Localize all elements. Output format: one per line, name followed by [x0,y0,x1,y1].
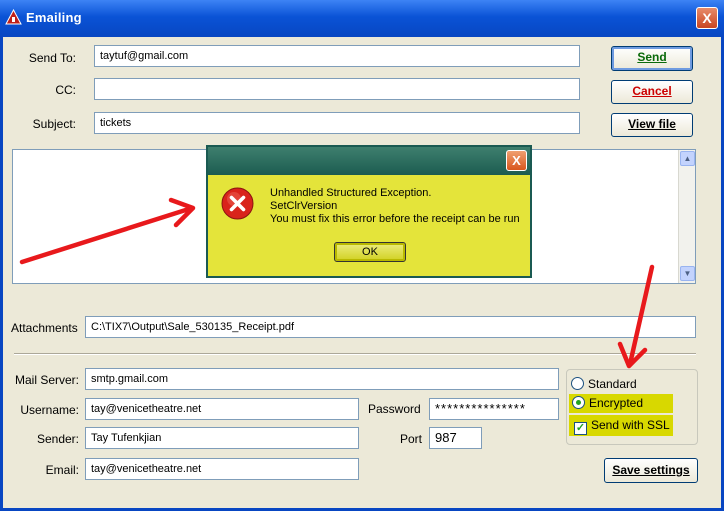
port-input[interactable]: 987 [429,427,482,449]
email-input[interactable]: tay@venicetheatre.net [85,458,359,480]
error-dialog-close-button[interactable]: X [506,150,527,171]
cc-input[interactable] [94,78,580,100]
title-bar [0,0,724,37]
error-line-1: Unhandled Structured Exception. [270,187,432,199]
error-line-3: You must fix this error before the recei… [270,213,520,225]
ssl-checkbox[interactable]: ✓ Send with SSL [569,415,673,436]
window-title: Emailing [26,10,82,25]
message-scrollbar[interactable]: ▲ ▼ [678,150,695,283]
error-message: Unhandled Structured Exception. SetClrVe… [270,187,520,226]
error-icon [221,187,254,220]
attachments-label: Attachments [11,321,78,335]
cancel-button[interactable]: Cancel [611,80,693,104]
send-to-label: Send To: [28,51,76,65]
port-label: Port [400,432,423,446]
scroll-up-icon[interactable]: ▲ [680,151,695,166]
error-dialog-titlebar [208,147,530,175]
sender-label: Sender: [36,432,79,446]
password-label: Password [368,402,421,416]
subject-label: Subject: [32,117,76,131]
username-label: Username: [20,403,79,417]
attachments-input[interactable]: C:\TIX7\Output\Sale_530135_Receipt.pdf [85,316,696,338]
ssl-checkmark-icon[interactable]: ✓ [574,422,587,435]
sender-input[interactable]: Tay Tufenkjian [85,427,359,449]
subject-input[interactable]: tickets [94,112,580,134]
save-settings-button[interactable]: Save settings [604,458,698,483]
standard-radio-icon[interactable] [571,377,584,390]
error-dialog: X Unhandled Structured Exception. SetClr… [206,145,532,278]
error-line-2: SetClrVersion [270,200,338,212]
cc-label: CC: [55,83,76,97]
ok-button[interactable]: OK [334,242,406,262]
standard-label: Standard [588,377,637,391]
scroll-down-icon[interactable]: ▼ [680,266,695,281]
app-icon [5,9,22,25]
username-input[interactable]: tay@venicetheatre.net [85,398,359,420]
encrypted-radio[interactable]: Encrypted [569,394,673,413]
window-close-button[interactable]: X [696,7,718,29]
email-label: Email: [45,463,79,477]
mail-server-label: Mail Server: [14,373,79,387]
ssl-label: Send with SSL [591,418,670,432]
send-to-input[interactable]: taytuf@gmail.com [94,45,580,67]
view-file-button[interactable]: View file [611,113,693,137]
mail-server-input[interactable]: smtp.gmail.com [85,368,559,390]
encrypted-label: Encrypted [589,396,644,410]
error-dialog-body: Unhandled Structured Exception. SetClrVe… [208,175,530,276]
standard-radio[interactable]: Standard [571,376,671,392]
send-button[interactable]: Send [611,46,693,71]
encrypted-radio-icon[interactable] [572,396,585,409]
separator [14,353,696,355]
password-input[interactable]: *************** [429,398,559,420]
